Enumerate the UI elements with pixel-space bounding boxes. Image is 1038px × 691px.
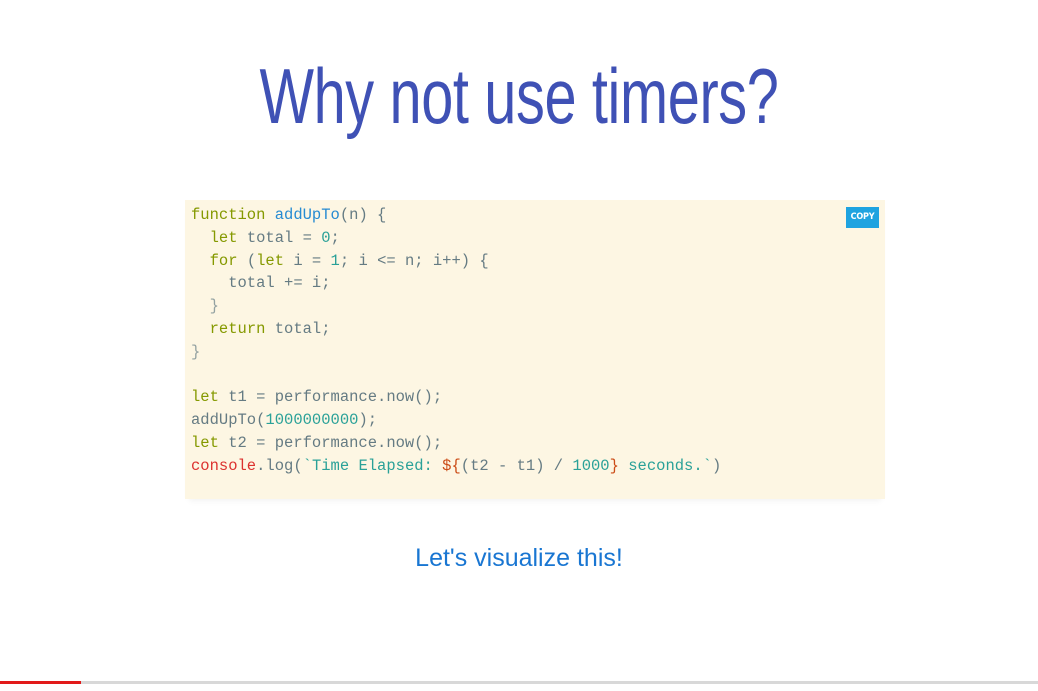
code-token: total += i; [191,274,331,293]
code-token: addUpTo [274,206,340,224]
code-token: t1 = performance.now(); [218,388,443,407]
code-line: total += i; [191,272,721,295]
code-line: let total = 0; [191,227,721,250]
code-token: `Time Elapsed: [302,456,443,475]
code-token: let [209,228,238,247]
code-token: for [209,251,238,270]
code-token: console [191,456,257,475]
code-token: (t2 - t1) / [460,456,573,475]
code-line: return total; [191,318,721,341]
code-line: let t1 = performance.now(); [191,386,721,409]
code-token: .log( [256,456,303,475]
code-line: addUpTo(1000000000); [191,409,721,432]
slide-title: Why not use timers? [259,52,779,140]
code-token: i = [284,251,331,270]
code-token: return [209,319,266,338]
code-token: 1 [330,251,340,270]
code-token: ( [237,251,257,270]
code-token: 1000000000 [265,411,359,430]
code-token: function [191,206,275,224]
code-line: let t2 = performance.now(); [191,432,721,455]
code-token: 0 [321,228,331,247]
code-line: function addUpTo(n) { [191,204,721,227]
code-token: ; [330,228,340,247]
progress-bar [0,681,1038,684]
code-token: let [256,251,285,270]
code-token: total = [237,228,322,247]
code-line: } [191,341,721,364]
code-token: (n) { [339,206,387,224]
copy-button[interactable]: COPY [846,207,879,228]
code-token: let [191,388,219,407]
code-token: ) [711,456,722,475]
code-token: total; [265,319,331,338]
progress-fill [0,681,81,684]
code-token: addUpTo( [191,411,266,430]
code-token: t2 = performance.now(); [218,433,443,452]
code-block: function addUpTo(n) { let total = 0; for… [185,200,885,499]
code-line: for (let i = 1; i <= n; i++) { [191,250,721,273]
code-line: } [191,295,721,318]
code-line: console.log(`Time Elapsed: ${(t2 - t1) /… [191,455,721,478]
code-token: ; i <= n; i++) { [339,251,489,270]
code-token: seconds.` [618,456,712,475]
code-token: } [191,342,201,361]
visualize-link[interactable]: Let's visualize this! [0,540,1038,576]
code-token: ${ [442,456,461,475]
code-token: } [609,456,619,475]
code-token: let [191,433,219,452]
code-token: ); [358,411,378,430]
code-token: } [191,297,219,316]
code-content: function addUpTo(n) { let total = 0; for… [191,204,721,478]
code-token: 1000 [572,456,610,475]
